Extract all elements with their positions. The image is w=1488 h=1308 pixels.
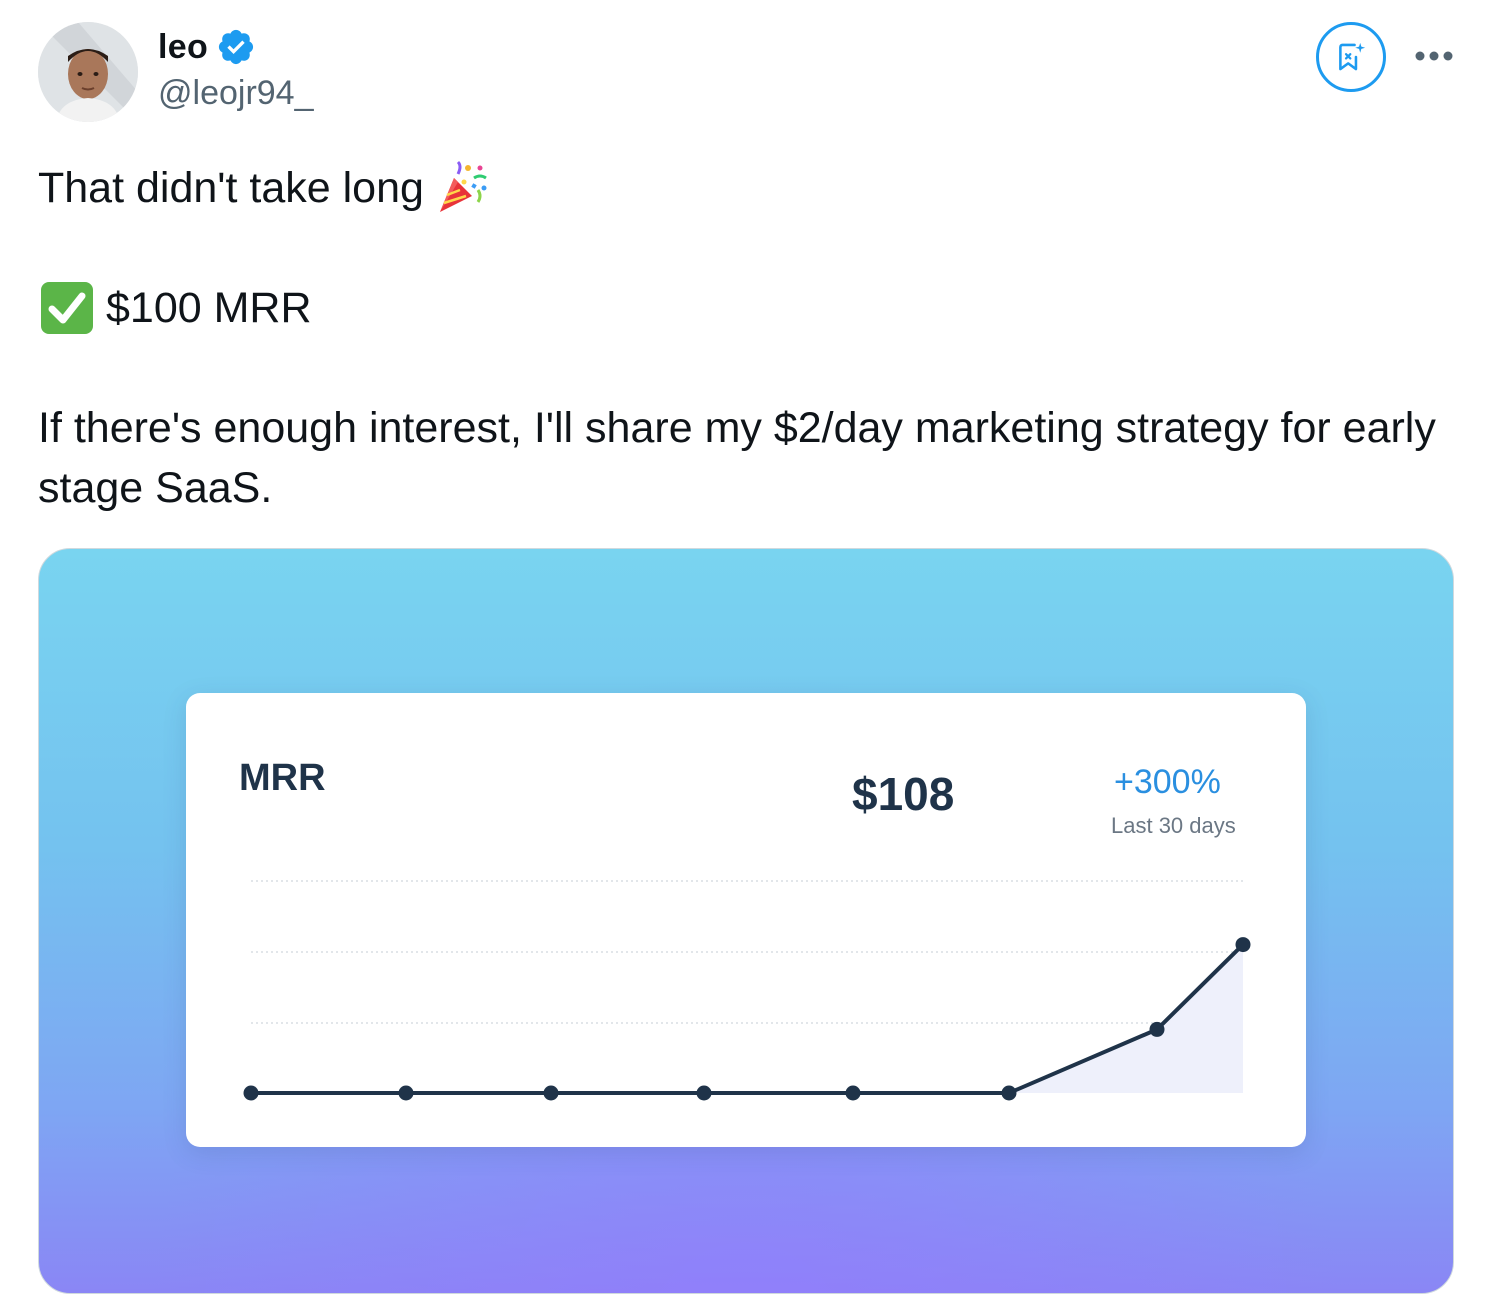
grok-icon — [1339, 42, 1366, 71]
author-info[interactable]: leo @leojr94_ — [158, 24, 314, 113]
handle[interactable]: @leojr94_ — [158, 74, 314, 113]
data-point — [1235, 937, 1251, 953]
tweet-text: That didn't take long $100 MRR If there'… — [38, 158, 1458, 518]
tweet-line-3: If there's enough interest, I'll share m… — [38, 404, 1436, 512]
verified-badge-icon — [218, 29, 254, 65]
data-point — [1001, 1085, 1017, 1101]
party-popper-emoji — [439, 160, 487, 212]
tweet-line-1: That didn't take long — [38, 164, 424, 212]
mrr-chart — [243, 880, 1251, 1101]
data-point — [696, 1085, 712, 1101]
data-point — [398, 1085, 414, 1101]
check-mark-button-emoji — [41, 282, 93, 334]
grok-button[interactable] — [1316, 22, 1386, 92]
mrr-card: MRR $108 +300% Last 30 days — [186, 693, 1306, 1147]
display-name[interactable]: leo — [158, 28, 208, 67]
avatar-image — [38, 22, 138, 122]
tweet-line-2: $100 MRR — [106, 284, 312, 332]
more-options-button[interactable] — [1404, 36, 1464, 76]
avatar[interactable] — [38, 22, 138, 122]
media-image[interactable]: MRR $108 +300% Last 30 days — [38, 548, 1454, 1294]
data-point — [543, 1085, 559, 1101]
series-area — [1009, 944, 1243, 1093]
data-point — [845, 1085, 861, 1101]
data-point — [243, 1085, 259, 1101]
more-horizontal-icon — [1415, 51, 1453, 61]
data-point — [1149, 1021, 1165, 1037]
